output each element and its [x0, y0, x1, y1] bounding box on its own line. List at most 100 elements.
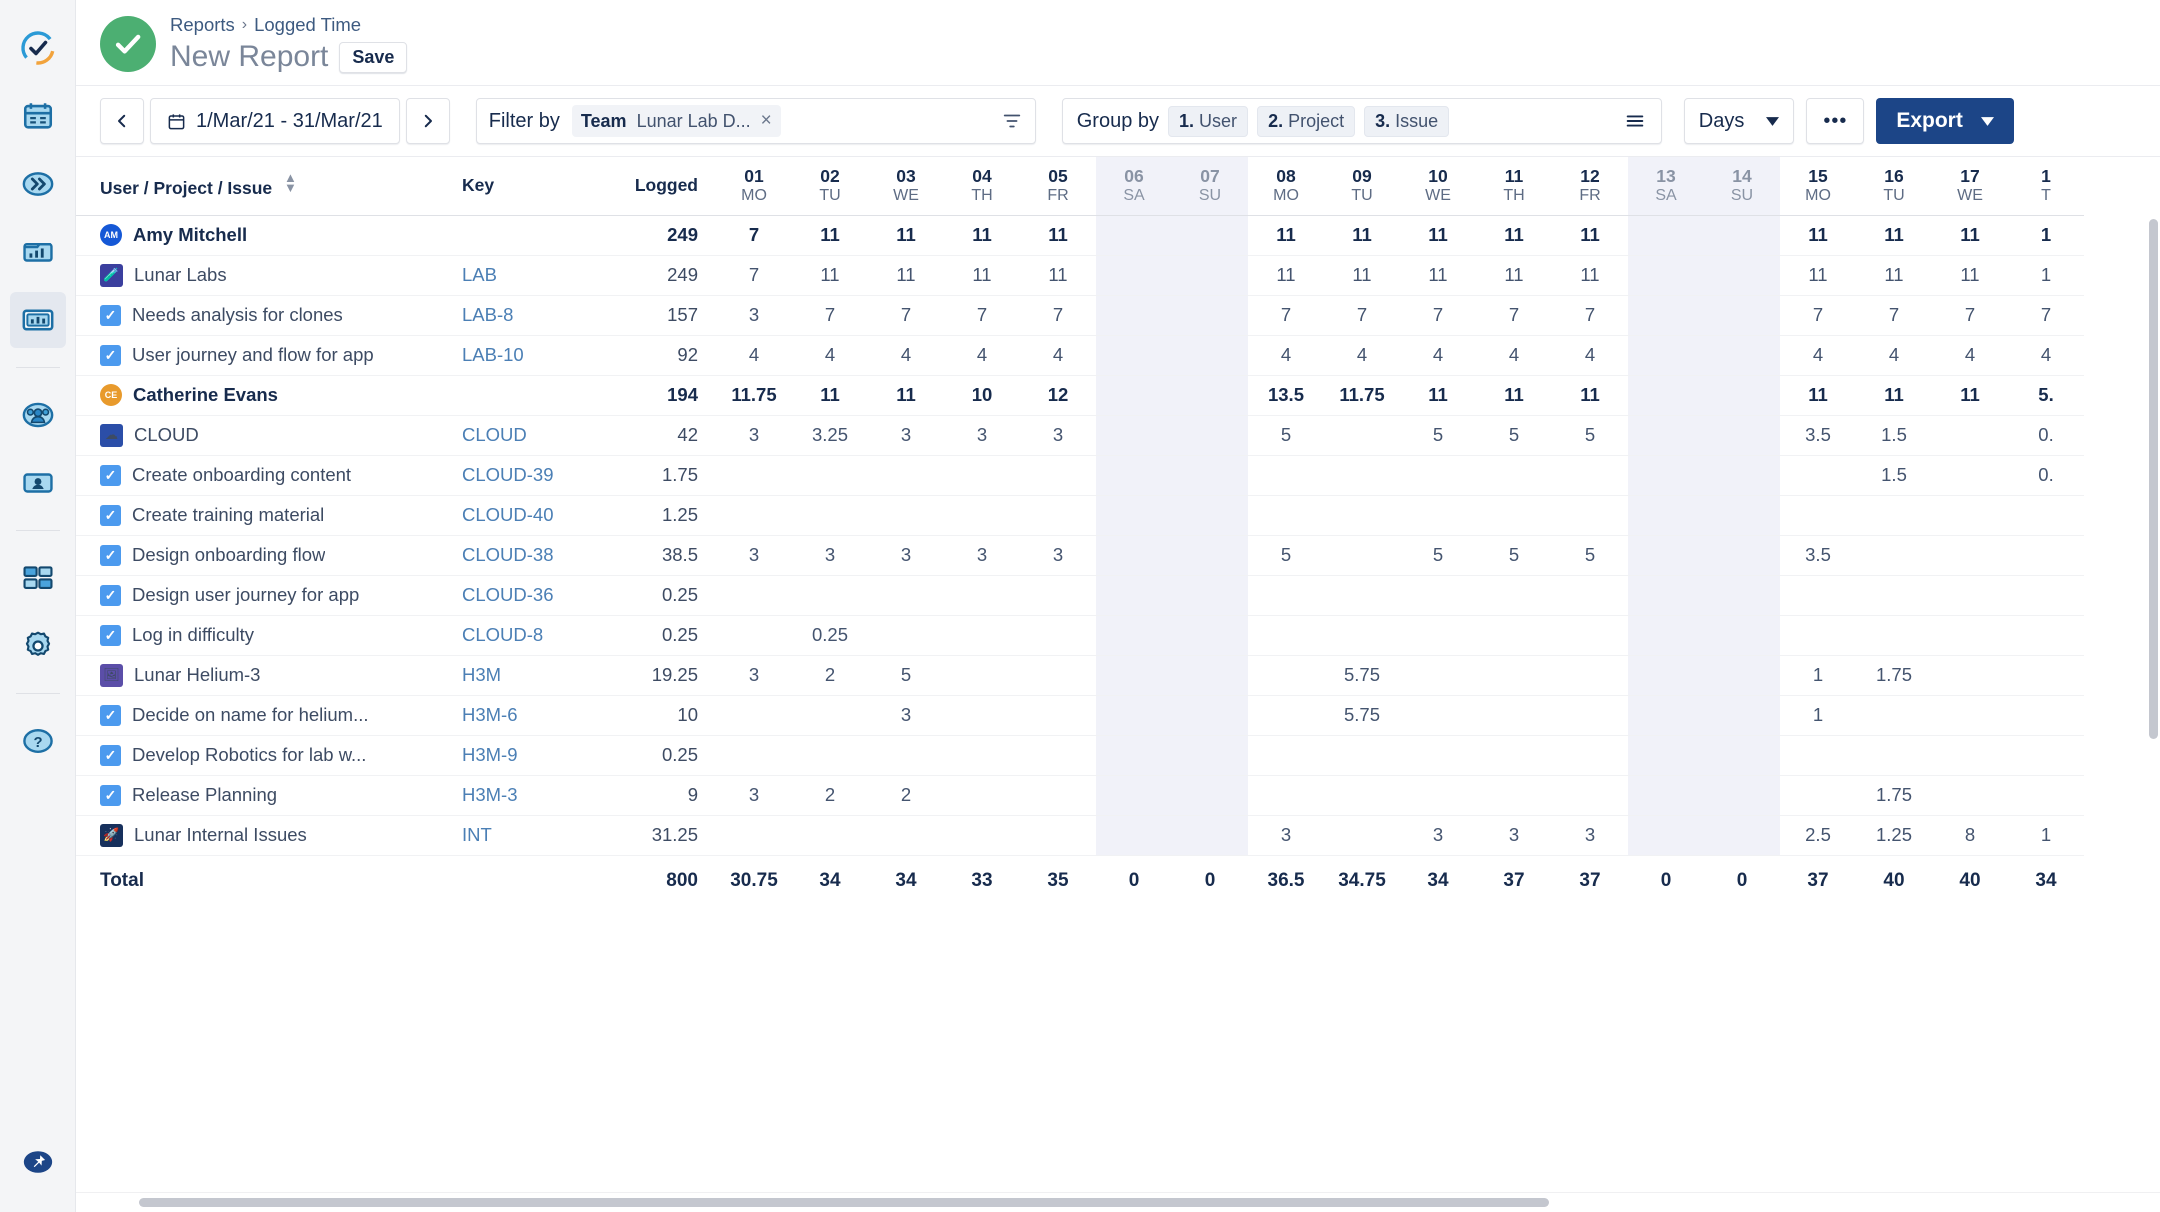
cell-day-06[interactable] — [1096, 655, 1172, 695]
table-row[interactable]: ✓Needs analysis for clonesLAB-8157377777… — [76, 295, 2084, 335]
issue-type-checkbox-icon[interactable]: ✓ — [100, 345, 121, 366]
cell-day-03[interactable] — [868, 495, 944, 535]
table-row[interactable]: ✓Log in difficultyCLOUD-80.250.25 — [76, 615, 2084, 655]
cell-day-04[interactable]: 11 — [944, 215, 1020, 255]
cell-day-02[interactable]: 3.25 — [792, 415, 868, 455]
more-options-button[interactable]: ••• — [1806, 98, 1864, 144]
timesheets-icon[interactable] — [10, 156, 66, 212]
cell-day-14[interactable] — [1704, 215, 1780, 255]
cell-day-1[interactable]: 1 — [2008, 215, 2084, 255]
cell-day-02[interactable]: 2 — [792, 655, 868, 695]
cell-day-11[interactable] — [1476, 655, 1552, 695]
cell-day-15[interactable]: 1 — [1780, 695, 1856, 735]
cell-day-03[interactable]: 3 — [868, 415, 944, 455]
cell-day-07[interactable] — [1172, 575, 1248, 615]
cell-day-15[interactable]: 3.5 — [1780, 415, 1856, 455]
cell-day-07[interactable] — [1172, 255, 1248, 295]
cell-day-03[interactable]: 5 — [868, 655, 944, 695]
cell-day-05[interactable] — [1020, 575, 1096, 615]
cell-day-05[interactable] — [1020, 815, 1096, 855]
cell-day-01[interactable]: 7 — [716, 215, 792, 255]
cell-day-16[interactable] — [1856, 695, 1932, 735]
table-row[interactable]: ✓Design onboarding flowCLOUD-3838.533333… — [76, 535, 2084, 575]
cell-day-02[interactable]: 11 — [792, 215, 868, 255]
cell-day-07[interactable] — [1172, 615, 1248, 655]
cell-day-15[interactable]: 7 — [1780, 295, 1856, 335]
issue-key-link[interactable]: H3M — [462, 664, 501, 685]
issue-type-checkbox-icon[interactable]: ✓ — [100, 465, 121, 486]
cell-day-11[interactable]: 5 — [1476, 535, 1552, 575]
cell-day-15[interactable] — [1780, 575, 1856, 615]
cell-day-04[interactable] — [944, 495, 1020, 535]
cell-day-01[interactable]: 4 — [716, 335, 792, 375]
filter-icon[interactable] — [1001, 110, 1023, 132]
cell-day-08[interactable]: 7 — [1248, 295, 1324, 335]
cell-day-10[interactable] — [1400, 455, 1476, 495]
cell-day-06[interactable] — [1096, 815, 1172, 855]
cell-day-06[interactable] — [1096, 495, 1172, 535]
cell-day-16[interactable]: 1.5 — [1856, 415, 1932, 455]
cell-day-10[interactable] — [1400, 735, 1476, 775]
cell-day-04[interactable] — [944, 695, 1020, 735]
cell-day-12[interactable]: 3 — [1552, 815, 1628, 855]
issue-key-link[interactable]: CLOUD-8 — [462, 624, 543, 645]
issue-type-checkbox-icon[interactable]: ✓ — [100, 505, 121, 526]
cell-day-02[interactable] — [792, 455, 868, 495]
cell-day-17[interactable]: 11 — [1932, 375, 2008, 415]
filter-chip-team[interactable]: Team Lunar Lab D... × — [572, 105, 781, 137]
cell-day-08[interactable] — [1248, 655, 1324, 695]
cell-day-11[interactable] — [1476, 615, 1552, 655]
cell-day-16[interactable]: 1.75 — [1856, 655, 1932, 695]
cell-day-1[interactable] — [2008, 735, 2084, 775]
cell-day-14[interactable] — [1704, 295, 1780, 335]
cell-day-1[interactable] — [2008, 615, 2084, 655]
cell-day-17[interactable] — [1932, 775, 2008, 815]
cell-day-15[interactable]: 3.5 — [1780, 535, 1856, 575]
cell-day-15[interactable] — [1780, 455, 1856, 495]
horizontal-scrollbar-thumb[interactable] — [139, 1198, 1549, 1207]
cell-day-03[interactable] — [868, 815, 944, 855]
cell-day-03[interactable]: 11 — [868, 375, 944, 415]
cell-day-11[interactable] — [1476, 695, 1552, 735]
cell-day-01[interactable] — [716, 615, 792, 655]
cell-day-09[interactable] — [1324, 415, 1400, 455]
breadcrumb-logged-time[interactable]: Logged Time — [254, 14, 361, 36]
date-range-picker[interactable]: 1/Mar/21 - 31/Mar/21 — [150, 98, 400, 144]
cell-day-04[interactable] — [944, 575, 1020, 615]
cell-day-1[interactable] — [2008, 535, 2084, 575]
cell-day-17[interactable] — [1932, 575, 2008, 615]
cell-day-10[interactable] — [1400, 615, 1476, 655]
cell-day-05[interactable] — [1020, 735, 1096, 775]
cell-day-06[interactable] — [1096, 695, 1172, 735]
cell-day-14[interactable] — [1704, 655, 1780, 695]
table-row[interactable]: AMAmy Mitchell24971111111111111111111111… — [76, 215, 2084, 255]
accounts-icon[interactable] — [10, 455, 66, 511]
table-row[interactable]: 🚀Lunar Internal IssuesINT31.2533332.51.2… — [76, 815, 2084, 855]
cell-day-07[interactable] — [1172, 375, 1248, 415]
cell-day-06[interactable] — [1096, 255, 1172, 295]
cell-day-17[interactable] — [1932, 695, 2008, 735]
cell-day-17[interactable] — [1932, 735, 2008, 775]
cell-day-07[interactable] — [1172, 335, 1248, 375]
cell-day-05[interactable]: 4 — [1020, 335, 1096, 375]
cell-day-11[interactable]: 7 — [1476, 295, 1552, 335]
cell-day-04[interactable]: 3 — [944, 415, 1020, 455]
close-icon[interactable]: × — [761, 110, 772, 132]
cell-day-14[interactable] — [1704, 815, 1780, 855]
cell-day-13[interactable] — [1628, 335, 1704, 375]
issue-type-checkbox-icon[interactable]: ✓ — [100, 625, 121, 646]
cell-day-03[interactable] — [868, 615, 944, 655]
cell-day-02[interactable] — [792, 815, 868, 855]
cell-day-13[interactable] — [1628, 775, 1704, 815]
cell-day-15[interactable]: 2.5 — [1780, 815, 1856, 855]
table-row[interactable]: ✓Design user journey for appCLOUD-360.25 — [76, 575, 2084, 615]
cell-day-17[interactable]: 7 — [1932, 295, 2008, 335]
cell-day-04[interactable]: 10 — [944, 375, 1020, 415]
cell-day-16[interactable] — [1856, 495, 1932, 535]
cell-day-15[interactable] — [1780, 775, 1856, 815]
cell-day-14[interactable] — [1704, 575, 1780, 615]
cell-day-07[interactable] — [1172, 815, 1248, 855]
cell-day-05[interactable] — [1020, 495, 1096, 535]
cell-day-12[interactable]: 11 — [1552, 215, 1628, 255]
col-header-name[interactable]: User / Project / Issue ▲▼ — [76, 157, 462, 215]
